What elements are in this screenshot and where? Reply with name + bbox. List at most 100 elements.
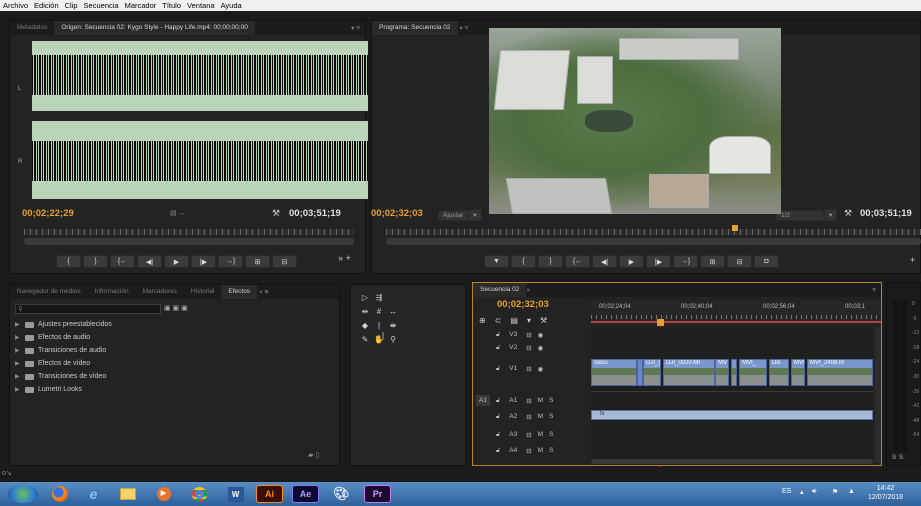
solo-button[interactable]: S bbox=[549, 413, 553, 420]
program-play-button[interactable]: ▶ bbox=[619, 255, 644, 268]
razor-tool-icon[interactable]: ◆ bbox=[359, 321, 371, 331]
media-player-icon[interactable]: ▶ bbox=[150, 485, 177, 503]
menu-ayuda[interactable]: Ayuda bbox=[221, 1, 242, 10]
step-forward-button[interactable]: |▶ bbox=[191, 255, 216, 268]
program-mark-in-button[interactable]: { bbox=[511, 255, 536, 268]
slide-tool-icon[interactable]: ⇼ bbox=[387, 321, 399, 331]
fx-item-video-transitions[interactable]: ▶ Transiciones de vídeo bbox=[15, 373, 106, 380]
program-add-button-icon[interactable]: + bbox=[910, 255, 915, 265]
new-bin-icon[interactable]: ▰ ▯ bbox=[308, 451, 319, 459]
video-clip[interactable]: Secu bbox=[591, 359, 637, 386]
taskbar-premiere[interactable]: Pr bbox=[364, 485, 391, 503]
pen-tool-icon[interactable]: ✎ bbox=[359, 335, 371, 345]
tab-source[interactable]: Origen: Secuencia 02: Kygo Style - Happy… bbox=[54, 21, 255, 35]
video-clip[interactable]: Dis bbox=[769, 359, 789, 386]
track-header-a4[interactable]: 🔓︎ A4 ⊟ M S bbox=[476, 445, 590, 456]
snap-icon[interactable]: ⊕ bbox=[479, 316, 486, 325]
mute-button[interactable]: M bbox=[538, 447, 543, 454]
sync-icon[interactable]: ⊟ bbox=[526, 344, 531, 352]
menu-marcador[interactable]: Marcador bbox=[125, 1, 157, 10]
solo-right-button[interactable]: S bbox=[899, 455, 903, 461]
program-time-ruler[interactable] bbox=[386, 229, 921, 235]
track-select-tool-icon[interactable]: ⇶ bbox=[373, 293, 385, 303]
tab-sequence[interactable]: Secuencia 02 bbox=[473, 283, 527, 297]
tray-arrow-icon[interactable]: ▴ bbox=[800, 488, 804, 496]
mute-button[interactable]: M bbox=[538, 397, 543, 404]
sync-icon[interactable]: ⊟ bbox=[526, 413, 531, 421]
mark-out-button[interactable]: } bbox=[83, 255, 108, 268]
fx-item-audio-transitions[interactable]: ▶ Transiciones de audio bbox=[15, 347, 106, 354]
add-button-icon[interactable]: » + bbox=[338, 253, 351, 263]
track-header-a1[interactable]: A1 🔓︎ A1 ⊟ M S bbox=[476, 395, 590, 406]
lock-icon[interactable]: 🔓︎ bbox=[496, 331, 500, 339]
track-header-v2[interactable]: 🔓︎ V2 ⊟ ◉ bbox=[476, 342, 590, 353]
timeline-menu-icon[interactable]: ≡ bbox=[872, 287, 881, 294]
tab-info[interactable]: Información bbox=[88, 285, 136, 299]
settings-wrench-icon[interactable]: ⚒ bbox=[540, 316, 547, 325]
insert-button[interactable]: ⊞ bbox=[245, 255, 270, 268]
timeline-ruler[interactable]: 00;02;24;04 00;02;40;04 00;02;56;04 00;0… bbox=[591, 301, 881, 323]
tab-effects[interactable]: Efectos bbox=[221, 285, 258, 299]
tab-metadata[interactable]: Metadatos bbox=[10, 21, 54, 35]
sync-icon[interactable]: ⊟ bbox=[526, 447, 531, 455]
taskbar-illustrator[interactable]: Ai bbox=[256, 485, 283, 503]
overwrite-button[interactable]: ⊟ bbox=[272, 255, 297, 268]
eye-icon[interactable]: ◉ bbox=[538, 331, 544, 339]
program-timecode-current[interactable]: 00;02;32;03 bbox=[371, 208, 423, 219]
mark-in-button[interactable]: { bbox=[56, 255, 81, 268]
add-marker-button[interactable]: ▼ bbox=[484, 255, 509, 268]
sync-icon[interactable]: ⊟ bbox=[526, 431, 531, 439]
eye-icon[interactable]: ◉ bbox=[538, 365, 544, 373]
solo-button[interactable]: S bbox=[549, 431, 553, 438]
tab-program[interactable]: Programa: Secuencia 02 bbox=[372, 21, 458, 35]
lift-button[interactable]: ⊞ bbox=[700, 255, 725, 268]
program-go-to-in-button[interactable]: {← bbox=[565, 255, 590, 268]
timeline-tab-close-icon[interactable]: × bbox=[526, 287, 530, 294]
mute-button[interactable]: M bbox=[538, 413, 543, 420]
menu-titulo[interactable]: Título bbox=[162, 1, 181, 10]
track-header-a2[interactable]: 🔓︎ A2 ⊟ M S bbox=[476, 411, 590, 422]
paint-icon[interactable]: 🎨︎ bbox=[328, 485, 355, 503]
add-marker-icon[interactable]: ▤ bbox=[510, 316, 518, 325]
fx-item-audio-effects[interactable]: ▶ Efectos de audio bbox=[15, 334, 90, 341]
video-clip-strip[interactable] bbox=[731, 359, 737, 386]
lock-icon[interactable]: 🔓︎ bbox=[496, 365, 500, 373]
timeline-timecode[interactable]: 00;02;32;03 bbox=[497, 299, 549, 310]
timeline-scrollbar[interactable] bbox=[591, 459, 873, 464]
video-clip[interactable]: MVI bbox=[791, 359, 805, 386]
zoom-tool-icon[interactable]: ⚲ bbox=[387, 335, 399, 345]
step-back-button[interactable]: ◀| bbox=[137, 255, 162, 268]
rate-stretch-tool-icon[interactable]: ↔ bbox=[387, 307, 399, 317]
tab-markers[interactable]: Marcadores bbox=[136, 285, 184, 299]
video-clip[interactable]: DJI_( bbox=[643, 359, 661, 386]
export-frame-button[interactable]: ◘ bbox=[754, 255, 779, 268]
track-header-v3[interactable]: 🔓︎ V3 ⊟ ◉ bbox=[476, 329, 590, 340]
eye-icon[interactable]: ◉ bbox=[538, 344, 544, 352]
program-playhead[interactable] bbox=[732, 225, 738, 231]
source-timecode-current[interactable]: 00;02;22;29 bbox=[22, 208, 74, 219]
insert-clip-icon[interactable]: ▤ ↔ bbox=[170, 209, 186, 217]
program-step-back-button[interactable]: ◀| bbox=[592, 255, 617, 268]
go-to-in-button[interactable]: {← bbox=[110, 255, 135, 268]
menu-clip[interactable]: Clip bbox=[65, 1, 78, 10]
word-icon[interactable]: W bbox=[222, 485, 249, 503]
solo-button[interactable]: S bbox=[549, 447, 553, 454]
menu-archivo[interactable]: Archivo bbox=[3, 1, 28, 10]
video-clip[interactable]: MVI_2408.M bbox=[807, 359, 873, 386]
wrench-icon[interactable]: ⚒ bbox=[272, 208, 280, 219]
track-header-a3[interactable]: 🔓︎ A3 ⊟ M S bbox=[476, 429, 590, 440]
program-mark-out-button[interactable]: } bbox=[538, 255, 563, 268]
source-time-ruler[interactable] bbox=[24, 229, 354, 235]
program-go-to-out-button[interactable]: →} bbox=[673, 255, 698, 268]
resolution-dropdown[interactable]: 1/2 ▾ bbox=[776, 209, 838, 221]
internet-explorer-icon[interactable]: e bbox=[80, 485, 107, 503]
source-patch-a1[interactable]: A1 bbox=[476, 395, 490, 406]
track-header-v1[interactable]: 🔓︎ V1 ⊟ ◉ bbox=[476, 363, 590, 374]
vu-solo-buttons[interactable]: S S bbox=[892, 455, 903, 461]
fx-item-lumetri-looks[interactable]: ▶ Lumetri Looks bbox=[15, 386, 82, 393]
program-scrollbar[interactable] bbox=[386, 238, 921, 245]
ripple-edit-tool-icon[interactable]: ⇹ bbox=[359, 307, 371, 317]
lock-icon[interactable]: 🔓︎ bbox=[496, 431, 500, 439]
rolling-edit-tool-icon[interactable]: # bbox=[373, 307, 385, 317]
source-scrollbar[interactable] bbox=[24, 238, 354, 245]
